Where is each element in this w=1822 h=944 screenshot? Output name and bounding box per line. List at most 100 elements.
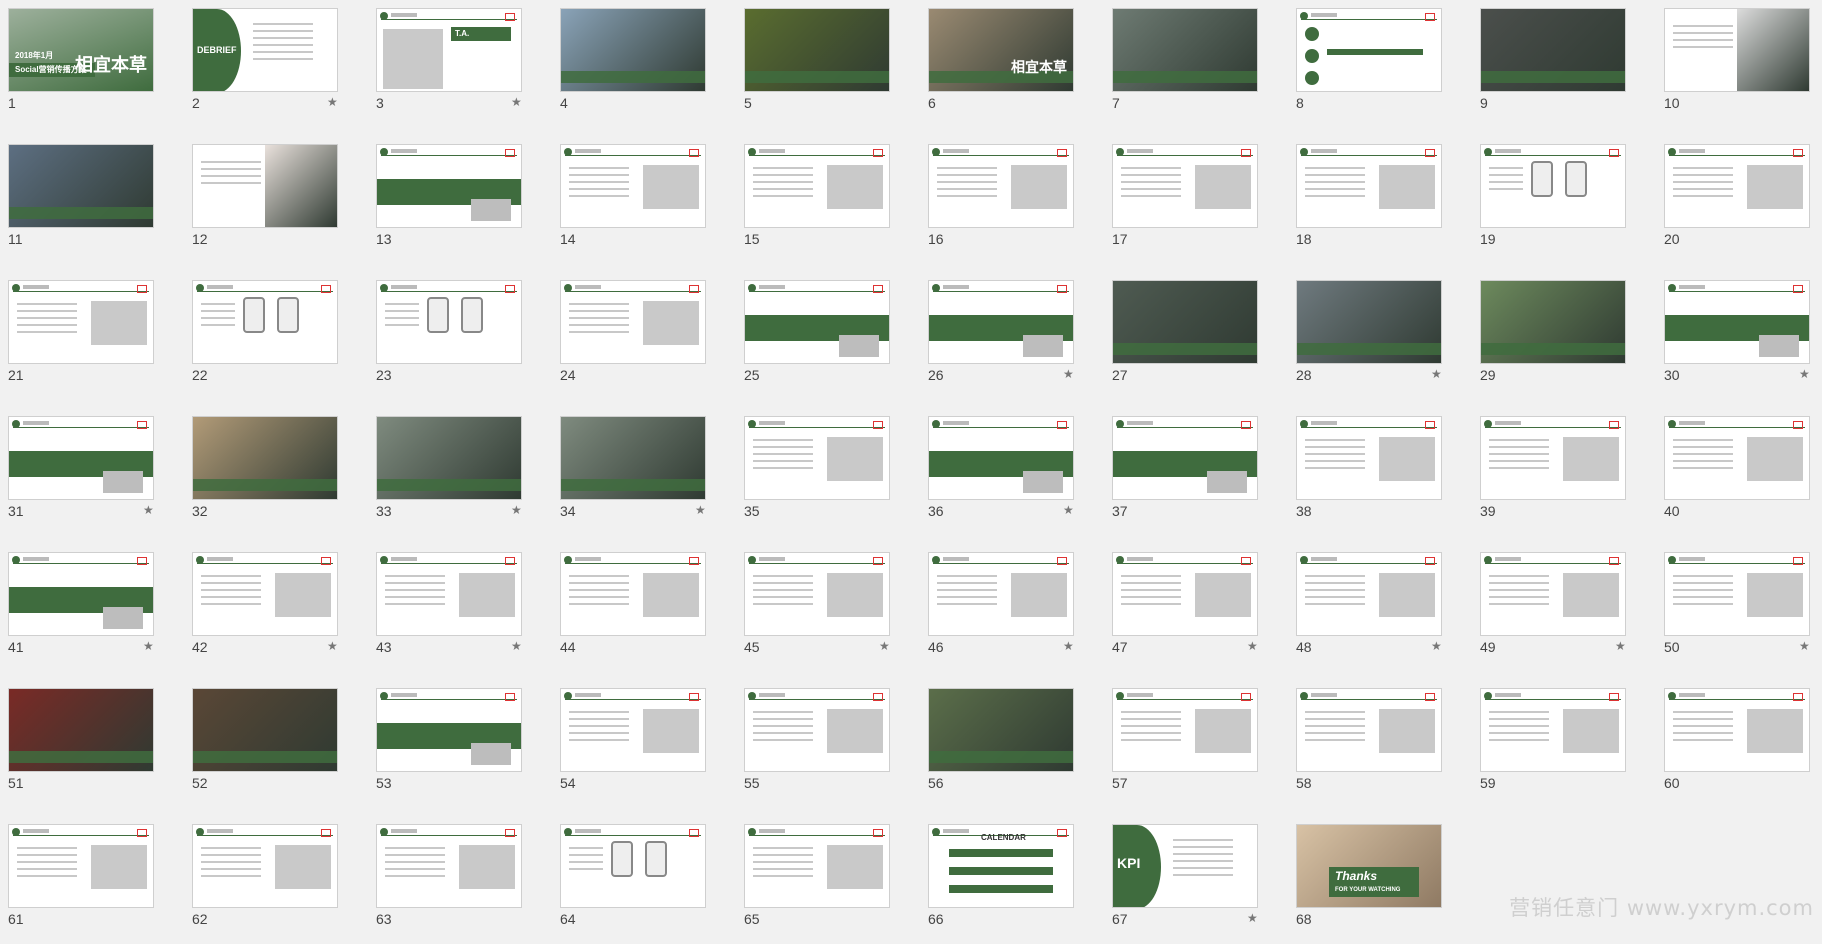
slide-thumbnail[interactable] (744, 688, 890, 772)
slide-thumbnail[interactable]: CALENDAR (928, 824, 1074, 908)
slide-thumbnail[interactable] (1112, 8, 1258, 92)
image-block (1563, 573, 1619, 617)
slide-thumbnail[interactable] (928, 144, 1074, 228)
slide-thumbnail[interactable] (192, 280, 338, 364)
slide-thumbnail[interactable] (1480, 688, 1626, 772)
text-lines (201, 303, 235, 331)
slide-thumbnail[interactable] (376, 416, 522, 500)
slide-thumbnail[interactable] (1480, 144, 1626, 228)
slide-thumbnail[interactable]: KPI (1112, 824, 1258, 908)
slide-thumbnail[interactable] (744, 280, 890, 364)
slide-thumbnail[interactable]: Thanks FOR YOUR WATCHING (1296, 824, 1442, 908)
slide-thumbnail[interactable] (560, 688, 706, 772)
slide-thumbnail[interactable] (8, 552, 154, 636)
text-lines (1673, 167, 1733, 202)
calendar-row (949, 867, 1053, 875)
slide-thumbnail[interactable] (1480, 8, 1626, 92)
slide-cell: 2018年1月 Social营销传播方案 相宜本草 1 (0, 0, 184, 128)
slide-thumbnail[interactable] (1664, 688, 1810, 772)
header-rule (381, 291, 517, 292)
slide-thumbnail[interactable] (1112, 552, 1258, 636)
slide-thumbnail[interactable] (1296, 416, 1442, 500)
slide-thumbnail[interactable] (1664, 144, 1810, 228)
slide-thumbnail[interactable] (376, 552, 522, 636)
slide-thumbnail[interactable] (1296, 8, 1442, 92)
image-block (1195, 165, 1251, 209)
slide-thumbnail[interactable] (560, 144, 706, 228)
slide-thumbnail[interactable] (8, 144, 154, 228)
slide-thumbnail[interactable] (560, 416, 706, 500)
slide-thumbnail[interactable]: DEBRIEF (192, 8, 338, 92)
phone-mockup (1531, 161, 1553, 197)
slide-thumbnail[interactable] (8, 688, 154, 772)
slide-thumbnail[interactable] (1664, 8, 1810, 92)
slide-thumbnail[interactable] (8, 824, 154, 908)
slide-thumbnail[interactable] (1664, 552, 1810, 636)
section-tag (1116, 556, 1124, 564)
slide-thumbnail[interactable] (1296, 144, 1442, 228)
slide-thumbnail[interactable] (192, 552, 338, 636)
slide-thumbnail[interactable] (744, 144, 890, 228)
slide-thumbnail[interactable] (376, 688, 522, 772)
slide-thumbnail[interactable] (376, 144, 522, 228)
slide-thumbnail[interactable] (8, 280, 154, 364)
slide-thumbnail[interactable] (1664, 280, 1810, 364)
slide-thumbnail[interactable] (744, 824, 890, 908)
slide-thumbnail[interactable] (192, 144, 338, 228)
slide-number: 11 (8, 231, 23, 247)
slide-thumbnail[interactable] (1664, 416, 1810, 500)
slide-number: 8 (1296, 95, 1304, 111)
brand-logo (689, 285, 699, 293)
slide-thumbnail[interactable]: 相宜本草 (928, 8, 1074, 92)
slide-thumbnail[interactable] (376, 824, 522, 908)
slide-thumbnail[interactable] (928, 552, 1074, 636)
slide-thumbnail[interactable] (928, 688, 1074, 772)
slide-thumbnail[interactable] (744, 552, 890, 636)
slide-thumbnail[interactable] (1112, 688, 1258, 772)
slide-thumbnail[interactable] (928, 416, 1074, 500)
brand-logo (1609, 149, 1619, 157)
section-tag (1668, 692, 1676, 700)
slide-cell: 38 (1288, 408, 1472, 536)
slide-number: 57 (1112, 775, 1128, 791)
slide-thumbnail[interactable] (1480, 552, 1626, 636)
slide-thumbnail[interactable] (928, 280, 1074, 364)
slide-thumbnail[interactable] (192, 824, 338, 908)
star-icon: ★ (879, 639, 890, 653)
slide-thumbnail[interactable] (1112, 280, 1258, 364)
slide-thumbnail[interactable] (1112, 416, 1258, 500)
header-rule (749, 563, 885, 564)
calendar-row (949, 849, 1053, 857)
slide-thumbnail[interactable] (8, 416, 154, 500)
slide-thumbnail[interactable] (1480, 280, 1626, 364)
slide-cell: 48 ★ (1288, 544, 1472, 672)
section-title (1495, 693, 1521, 697)
header-rule (197, 291, 333, 292)
slide-thumbnail[interactable] (192, 688, 338, 772)
slide-thumbnail[interactable] (1296, 688, 1442, 772)
slide-thumbnail[interactable] (560, 552, 706, 636)
slide-thumbnail[interactable] (560, 280, 706, 364)
slide-thumbnail[interactable]: 2018年1月 Social营销传播方案 相宜本草 (8, 8, 154, 92)
slide-cell: 33 ★ (368, 408, 552, 536)
slide-thumbnail[interactable]: T.A. (376, 8, 522, 92)
slide-thumbnail[interactable] (1296, 280, 1442, 364)
slide-thumbnail[interactable] (560, 824, 706, 908)
text-lines (385, 847, 445, 882)
slide-thumbnail[interactable] (192, 416, 338, 500)
slide-number: 31 (8, 503, 24, 519)
slide-thumbnail[interactable] (1480, 416, 1626, 500)
slide-number: 7 (1112, 95, 1120, 111)
title-band (561, 71, 705, 83)
section-title (943, 285, 969, 289)
brand-logo (1425, 693, 1435, 701)
slide-thumbnail[interactable] (1112, 144, 1258, 228)
slide-thumbnail[interactable] (744, 8, 890, 92)
slide-thumbnail[interactable] (744, 416, 890, 500)
section-title (207, 285, 233, 289)
slide-thumbnail[interactable] (1296, 552, 1442, 636)
slide-thumbnail[interactable] (560, 8, 706, 92)
slide-thumbnail[interactable] (376, 280, 522, 364)
slide-number: 14 (560, 231, 576, 247)
image-block (827, 573, 883, 617)
